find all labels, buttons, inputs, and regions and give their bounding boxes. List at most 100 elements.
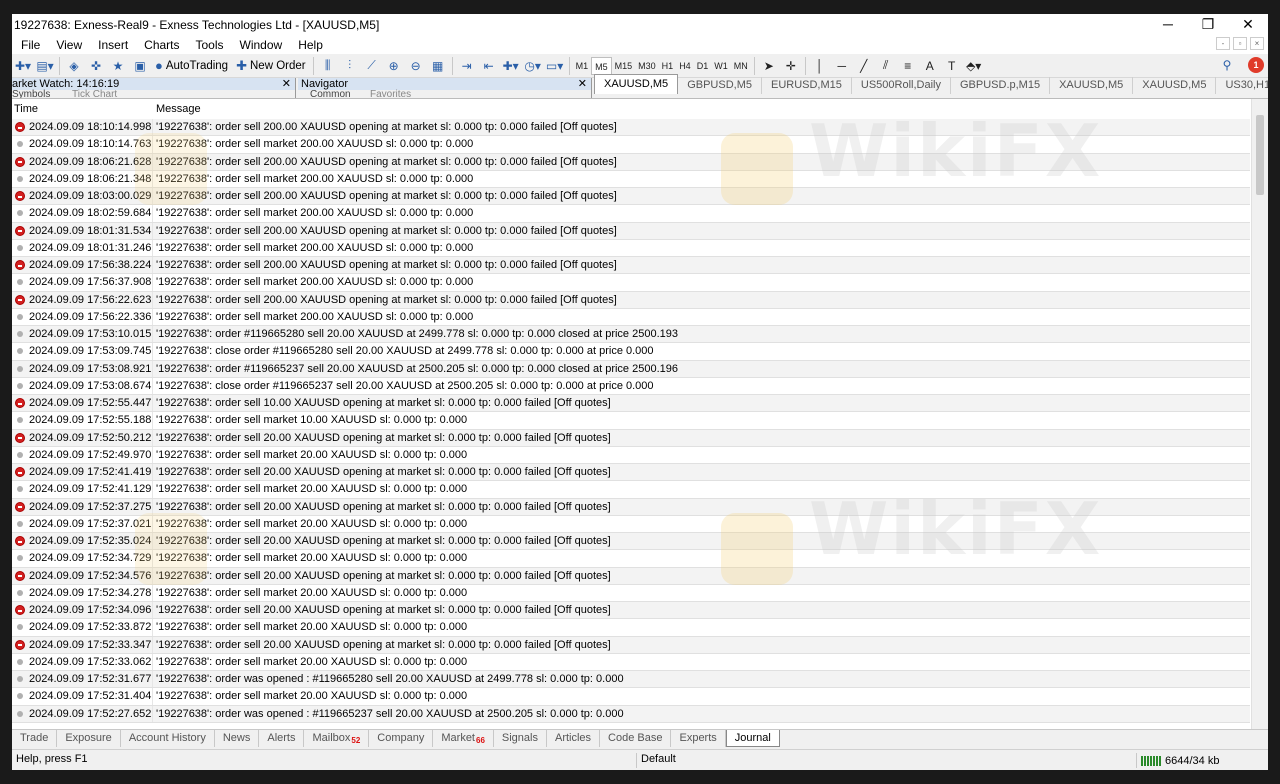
table-row[interactable]: 2024.09.09 17:52:37.275 '19227638': order… bbox=[12, 498, 1250, 516]
timeframe-h1[interactable]: H1 bbox=[659, 57, 677, 75]
chart-tab[interactable]: EURUSD,M15 bbox=[762, 77, 852, 94]
table-row[interactable]: 2024.09.09 17:53:09.745 '19227638': close… bbox=[12, 343, 1250, 361]
table-row[interactable]: 2024.09.09 18:02:59.684 '19227638': order… bbox=[12, 205, 1250, 223]
column-header-time[interactable]: Time bbox=[14, 103, 38, 115]
chart-tab[interactable]: XAUUSD,M5 bbox=[594, 74, 679, 94]
table-row[interactable]: 2024.09.09 18:06:21.628 '19227638': order… bbox=[12, 153, 1250, 171]
tab-trade[interactable]: Trade bbox=[12, 730, 58, 747]
table-row[interactable]: 2024.09.09 18:01:31.246 '19227638': order… bbox=[12, 239, 1250, 257]
menu-charts[interactable]: Charts bbox=[135, 38, 186, 52]
zoom-out-icon[interactable]: ⊖ bbox=[406, 56, 426, 76]
timeframe-d1[interactable]: D1 bbox=[694, 57, 712, 75]
table-row[interactable]: 2024.09.09 17:52:31.404 '19227638': order… bbox=[12, 688, 1250, 706]
minimize-button[interactable]: ─ bbox=[1148, 14, 1188, 35]
horizontal-line-icon[interactable]: ─ bbox=[832, 56, 852, 76]
candlestick-icon[interactable]: ⫶ bbox=[340, 56, 360, 76]
table-row[interactable]: 2024.09.09 17:56:37.908 '19227638': order… bbox=[12, 274, 1250, 292]
timeframe-h4[interactable]: H4 bbox=[676, 57, 694, 75]
navigator-icon[interactable]: ★ bbox=[108, 56, 128, 76]
tab-journal[interactable]: Journal bbox=[725, 730, 780, 747]
trendline-icon[interactable]: ╱ bbox=[854, 56, 874, 76]
tab-signals[interactable]: Signals bbox=[494, 730, 547, 747]
market-watch-tab-symbols[interactable]: Symbols bbox=[12, 89, 50, 98]
table-row[interactable]: 2024.09.09 17:52:50.212 '19227638': order… bbox=[12, 429, 1250, 447]
table-row[interactable]: 2024.09.09 18:10:14.763 '19227638': order… bbox=[12, 136, 1250, 154]
indicators-icon[interactable]: ✚▾ bbox=[501, 56, 521, 76]
table-row[interactable]: 2024.09.09 17:56:38.224 '19227638': order… bbox=[12, 257, 1250, 275]
table-row[interactable]: 2024.09.09 17:52:34.278 '19227638': order… bbox=[12, 584, 1250, 602]
timeframe-m15[interactable]: M15 bbox=[612, 57, 636, 75]
close-button[interactable]: ✕ bbox=[1228, 14, 1268, 35]
fibonacci-icon[interactable]: ≡ bbox=[898, 56, 918, 76]
menu-file[interactable]: File bbox=[12, 38, 47, 52]
market-watch-close-icon[interactable]: ✕ bbox=[282, 78, 291, 90]
chart-tab[interactable]: US30,H1 bbox=[1216, 77, 1268, 94]
table-row[interactable]: 2024.09.09 18:06:21.348 '19227638': order… bbox=[12, 170, 1250, 188]
navigator-tab-common[interactable]: Common bbox=[310, 89, 351, 98]
chart-tab[interactable]: GBPUSD,M5 bbox=[678, 77, 762, 94]
mdi-restore-button[interactable]: ▫ bbox=[1233, 37, 1247, 50]
table-row[interactable]: 2024.09.09 17:52:49.970 '19227638': order… bbox=[12, 446, 1250, 464]
bar-chart-icon[interactable]: ⫼ bbox=[318, 56, 338, 76]
timeframe-m5[interactable]: M5 bbox=[591, 56, 612, 75]
market-watch-tab-tick-chart[interactable]: Tick Chart bbox=[72, 89, 117, 98]
column-header-message[interactable]: Message bbox=[156, 103, 201, 115]
periods-icon[interactable]: ◷▾ bbox=[523, 56, 543, 76]
zoom-in-icon[interactable]: ⊕ bbox=[384, 56, 404, 76]
tab-exposure[interactable]: Exposure bbox=[57, 730, 121, 747]
navigator-close-icon[interactable]: ✕ bbox=[578, 78, 587, 90]
table-row[interactable]: 2024.09.09 17:53:08.921 '19227638': order… bbox=[12, 360, 1250, 378]
menu-tools[interactable]: Tools bbox=[187, 38, 231, 52]
tab-news[interactable]: News bbox=[215, 730, 260, 747]
table-row[interactable]: 2024.09.09 17:52:55.447 '19227638': order… bbox=[12, 395, 1250, 413]
tab-articles[interactable]: Articles bbox=[547, 730, 601, 747]
line-chart-icon[interactable]: ⟋ bbox=[362, 56, 382, 76]
tab-alerts[interactable]: Alerts bbox=[259, 730, 305, 747]
templates-icon[interactable]: ▭▾ bbox=[545, 56, 565, 76]
chart-tab[interactable]: GBPUSD.p,M15 bbox=[951, 77, 1051, 94]
notification-icon[interactable]: 1 bbox=[1248, 57, 1264, 73]
table-row[interactable]: 2024.09.09 18:03:00.029 '19227638': order… bbox=[12, 188, 1250, 206]
table-row[interactable]: 2024.09.09 17:52:41.419 '19227638': order… bbox=[12, 464, 1250, 482]
table-row[interactable]: 2024.09.09 17:52:33.872 '19227638': order… bbox=[12, 619, 1250, 637]
cursor-icon[interactable]: ➤ bbox=[759, 56, 779, 76]
mdi-close-button[interactable]: × bbox=[1250, 37, 1264, 50]
tab-account-history[interactable]: Account History bbox=[121, 730, 215, 747]
timeframe-w1[interactable]: W1 bbox=[711, 57, 731, 75]
menu-view[interactable]: View bbox=[47, 38, 89, 52]
table-row[interactable]: 2024.09.09 17:53:08.674 '19227638': close… bbox=[12, 377, 1250, 395]
text-label-icon[interactable]: T bbox=[942, 56, 962, 76]
tab-mailbox[interactable]: Mailbox52 bbox=[304, 730, 370, 747]
new-order-button[interactable]: ✚ New Order bbox=[233, 56, 309, 76]
arrows-icon[interactable]: ⬘▾ bbox=[964, 56, 984, 76]
table-row[interactable]: 2024.09.09 17:52:34.729 '19227638': order… bbox=[12, 550, 1250, 568]
table-row[interactable]: 2024.09.09 17:56:22.336 '19227638': order… bbox=[12, 308, 1250, 326]
tile-windows-icon[interactable]: ▦ bbox=[428, 56, 448, 76]
table-row[interactable]: 2024.09.09 17:52:34.096 '19227638': order… bbox=[12, 602, 1250, 620]
vertical-line-icon[interactable]: │ bbox=[810, 56, 830, 76]
mdi-minimize-button[interactable]: - bbox=[1216, 37, 1230, 50]
tab-market[interactable]: Market66 bbox=[433, 730, 494, 747]
table-row[interactable]: 2024.09.09 17:52:33.347 '19227638': order… bbox=[12, 636, 1250, 654]
table-row[interactable]: 2024.09.09 17:52:34.576 '19227638': order… bbox=[12, 567, 1250, 585]
restore-button[interactable]: ❐ bbox=[1188, 14, 1228, 35]
table-row[interactable]: 2024.09.09 17:52:33.062 '19227638': order… bbox=[12, 653, 1250, 671]
table-row[interactable]: 2024.09.09 17:52:27.652 '19227638': order… bbox=[12, 705, 1250, 723]
tab-code-base[interactable]: Code Base bbox=[600, 730, 672, 747]
tab-company[interactable]: Company bbox=[369, 730, 434, 747]
table-row[interactable]: 2024.09.09 17:53:10.015 '19227638': order… bbox=[12, 326, 1250, 344]
scrollbar-thumb[interactable] bbox=[1256, 115, 1264, 195]
navigator-tab-favorites[interactable]: Favorites bbox=[370, 89, 411, 98]
menu-window[interactable]: Window bbox=[231, 38, 290, 52]
chart-tab[interactable]: XAUUSD,M5 bbox=[1050, 77, 1134, 94]
autoscroll-icon[interactable]: ⇤ bbox=[479, 56, 499, 76]
autotrading-button[interactable]: ● AutoTrading bbox=[152, 56, 231, 76]
search-icon[interactable]: ⚲ bbox=[1217, 55, 1237, 75]
table-row[interactable]: 2024.09.09 17:52:41.129 '19227638': order… bbox=[12, 481, 1250, 499]
profiles-icon[interactable]: ▤▾ bbox=[35, 56, 55, 76]
terminal-icon[interactable]: ▣ bbox=[130, 56, 150, 76]
channel-icon[interactable]: ⫽ bbox=[876, 56, 896, 76]
crosshair-icon[interactable]: ✛ bbox=[781, 56, 801, 76]
table-row[interactable]: 2024.09.09 17:52:55.188 '19227638': order… bbox=[12, 412, 1250, 430]
timeframe-m30[interactable]: M30 bbox=[635, 57, 659, 75]
